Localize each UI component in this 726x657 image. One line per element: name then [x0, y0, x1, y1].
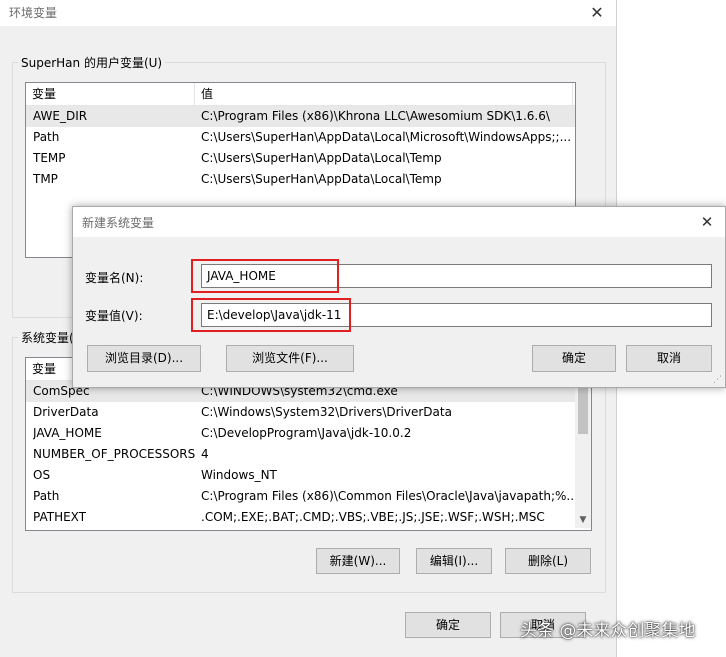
scroll-down-icon[interactable]: ▼	[575, 512, 591, 528]
system-var-row[interactable]: NUMBER_OF_PROCESSORS 4	[26, 444, 591, 465]
var-name: Path	[33, 130, 60, 144]
var-name: JAVA_HOME	[33, 426, 102, 440]
variable-name-label: 变量名(N):	[85, 271, 144, 285]
dialog-ok-button[interactable]: 确定	[532, 345, 616, 372]
system-var-row[interactable]: PATHEXT .COM;.EXE;.BAT;.CMD;.VBS;.VBE;.J…	[26, 507, 591, 528]
var-value: C:\Program Files (x86)\Khrona LLC\Awesom…	[201, 109, 550, 123]
system-variables-legend: 系统变量(	[18, 329, 77, 346]
var-name: AWE_DIR	[33, 109, 88, 123]
value-highlight-box	[191, 298, 351, 332]
browse-file-button[interactable]: 浏览文件(F)...	[226, 345, 354, 372]
user-var-row[interactable]: TEMP C:\Users\SuperHan\AppData\Local\Tem…	[26, 148, 575, 169]
dialog-title: 新建系统变量	[82, 216, 155, 230]
dialog-close-icon[interactable]: ✕	[697, 212, 717, 232]
system-var-row[interactable]: DriverData C:\Windows\System32\Drivers\D…	[26, 402, 591, 423]
var-name: DriverData	[33, 405, 99, 419]
var-name: NUMBER_OF_PROCESSORS	[33, 447, 196, 461]
system-var-row[interactable]: OS Windows_NT	[26, 465, 591, 486]
delete-variable-button[interactable]: 删除(L)	[505, 548, 591, 574]
column-header-variable[interactable]: 变量	[26, 83, 195, 105]
env-titlebar: 环境变量 ✕	[0, 0, 616, 26]
env-ok-button[interactable]: 确定	[405, 612, 491, 638]
var-name: Path	[33, 489, 60, 503]
dialog-titlebar: 新建系统变量 ✕	[73, 207, 725, 237]
var-value: C:\Program Files (x86)\Common Files\Orac…	[201, 489, 578, 503]
var-name: OS	[33, 468, 51, 482]
user-var-row[interactable]: Path C:\Users\SuperHan\AppData\Local\Mic…	[26, 127, 575, 148]
var-name: TEMP	[33, 151, 66, 165]
var-value: C:\Users\SuperHan\AppData\Local\Temp	[201, 151, 442, 165]
new-system-variable-dialog: 新建系统变量 ✕ 变量名(N): JAVA_HOME 变量值(V): E:\de…	[72, 206, 726, 388]
watermark-text: 头条 @未来众创聚集地	[520, 621, 696, 641]
edit-variable-button[interactable]: 编辑(I)...	[416, 548, 492, 574]
user-variables-legend: SuperHan 的用户变量(U)	[18, 54, 166, 71]
dialog-cancel-button[interactable]: 取消	[626, 345, 712, 372]
name-highlight-box	[191, 259, 339, 293]
new-variable-button[interactable]: 新建(W)...	[316, 548, 400, 574]
var-value: C:\DevelopProgram\Java\jdk-10.0.2	[201, 426, 412, 440]
resize-grip-icon[interactable]: ⋰	[713, 375, 722, 385]
var-value: C:\Users\SuperHan\AppData\Local\Microsof…	[201, 130, 572, 144]
user-list-header: 变量 值	[26, 83, 575, 106]
env-close-icon[interactable]: ✕	[586, 2, 608, 24]
browse-directory-button[interactable]: 浏览目录(D)...	[87, 345, 201, 372]
var-name: TMP	[33, 172, 58, 186]
var-value: C:\Users\SuperHan\AppData\Local\Temp	[201, 172, 442, 186]
system-var-row[interactable]: Path C:\Program Files (x86)\Common Files…	[26, 486, 591, 507]
var-value: 4	[201, 447, 209, 461]
column-header-value[interactable]: 值	[195, 83, 573, 105]
user-var-row[interactable]: AWE_DIR C:\Program Files (x86)\Khrona LL…	[26, 106, 575, 127]
variable-value-label: 变量值(V):	[85, 309, 143, 323]
system-var-row[interactable]: JAVA_HOME C:\DevelopProgram\Java\jdk-10.…	[26, 423, 591, 444]
var-value: .COM;.EXE;.BAT;.CMD;.VBS;.VBE;.JS;.JSE;.…	[201, 510, 545, 524]
var-name: PATHEXT	[33, 510, 87, 524]
var-value: Windows_NT	[201, 468, 277, 482]
user-var-row[interactable]: TMP C:\Users\SuperHan\AppData\Local\Temp	[26, 169, 575, 190]
env-window-title: 环境变量	[9, 6, 58, 20]
var-value: C:\Windows\System32\Drivers\DriverData	[201, 405, 452, 419]
